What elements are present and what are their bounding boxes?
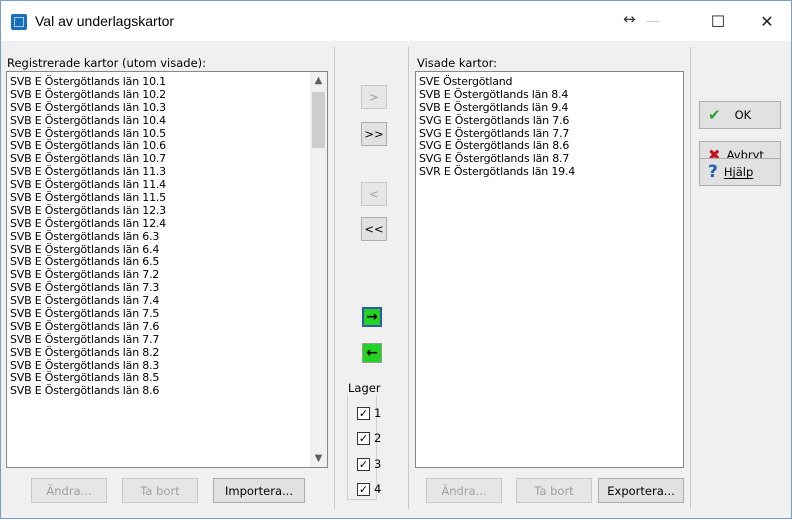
title-bar: Val av underlagskartor ↔ ☐ ✕ bbox=[1, 1, 791, 41]
list-item[interactable]: SVB E Östergötlands län 9.4 bbox=[416, 101, 683, 115]
checkbox-icon[interactable]: ✓ bbox=[357, 406, 370, 420]
move-right-button[interactable]: > bbox=[361, 85, 387, 109]
help-label: Hjälp bbox=[723, 165, 754, 179]
list-item[interactable]: SVB E Östergötlands län 8.2 bbox=[7, 346, 327, 360]
list-item[interactable]: SVB E Östergötlands län 7.7 bbox=[7, 333, 327, 347]
list-item[interactable]: SVB E Östergötlands län 12.4 bbox=[7, 217, 327, 231]
list-item[interactable]: SVR E Östergötlands län 19.4 bbox=[416, 165, 683, 179]
list-item[interactable]: SVB E Östergötlands län 11.5 bbox=[7, 191, 327, 205]
resize-icon: ↔ bbox=[623, 10, 636, 28]
visible-maps-list[interactable]: SVE Östergötland SVB E Östergötlands län … bbox=[415, 71, 684, 468]
layer-checkbox-label: 2 bbox=[374, 431, 382, 445]
help-question-icon: ? bbox=[708, 162, 718, 182]
layer-group-label: Lager bbox=[346, 381, 383, 395]
scroll-thumb[interactable] bbox=[312, 92, 325, 148]
layer-checkbox-label: 4 bbox=[374, 482, 382, 496]
list-item[interactable]: SVB E Östergötlands län 10.4 bbox=[7, 114, 327, 128]
window-title: Val av underlagskartor bbox=[35, 13, 175, 29]
list-item[interactable]: SVB E Östergötlands län 7.6 bbox=[7, 320, 327, 334]
maximize-button[interactable]: ☐ bbox=[696, 6, 740, 36]
list-item[interactable]: SVB E Östergötlands län 10.3 bbox=[7, 101, 327, 115]
list-item[interactable]: SVB E Östergötlands län 12.3 bbox=[7, 204, 327, 218]
move-all-right-button[interactable]: >> bbox=[361, 122, 387, 146]
scroll-down-icon[interactable]: ▼ bbox=[310, 450, 327, 467]
list-item[interactable]: SVB E Östergötlands län 10.1 bbox=[7, 75, 327, 89]
close-button[interactable]: ✕ bbox=[745, 6, 789, 36]
list-item[interactable]: SVB E Östergötlands län 7.5 bbox=[7, 307, 327, 321]
layer-checkbox-label: 3 bbox=[374, 457, 382, 471]
ok-button[interactable]: ✔ OK bbox=[699, 101, 781, 129]
registered-maps-list[interactable]: SVB E Östergötlands län 10.1 SVB E Österg… bbox=[6, 71, 328, 468]
checkmark-icon: ✔ bbox=[708, 106, 721, 124]
checkbox-icon[interactable]: ✓ bbox=[357, 431, 370, 445]
minimize-icon[interactable] bbox=[647, 21, 659, 22]
list-item[interactable]: SVB E Östergötlands län 8.6 bbox=[7, 384, 327, 398]
list-item[interactable]: SVB E Östergötlands län 10.2 bbox=[7, 88, 327, 102]
layer-checkbox-row[interactable]: ✓ 1 bbox=[357, 406, 381, 420]
move-all-left-button[interactable]: << bbox=[361, 217, 387, 241]
edit-button-left[interactable]: Ändra... bbox=[31, 478, 107, 503]
layer-checkbox-row[interactable]: ✓ 3 bbox=[357, 457, 381, 471]
arrow-left-green-icon[interactable]: ← bbox=[362, 343, 382, 363]
list-item[interactable]: SVB E Östergötlands län 8.4 bbox=[416, 88, 683, 102]
export-button[interactable]: Exportera... bbox=[598, 478, 684, 503]
arrow-right-green-icon[interactable]: → bbox=[362, 307, 382, 327]
edit-button-right[interactable]: Ändra... bbox=[426, 478, 502, 503]
app-icon bbox=[11, 14, 27, 30]
visible-maps-label: Visade kartor: bbox=[417, 56, 498, 70]
move-left-button[interactable]: < bbox=[361, 182, 387, 206]
layer-checkbox-row[interactable]: ✓ 2 bbox=[357, 431, 381, 445]
help-button[interactable]: ? Hjälp bbox=[699, 158, 781, 186]
dialog-window: Val av underlagskartor ↔ ☐ ✕ Registrerad… bbox=[0, 0, 792, 519]
ok-label: OK bbox=[734, 108, 752, 122]
visible-maps-items: SVE Östergötland SVB E Östergötlands län … bbox=[416, 72, 683, 179]
checkbox-icon[interactable]: ✓ bbox=[357, 457, 370, 471]
remove-button-left[interactable]: Ta bort bbox=[122, 478, 198, 503]
registered-maps-items: SVB E Östergötlands län 10.1 SVB E Österg… bbox=[7, 72, 327, 398]
scrollbar[interactable]: ▲ ▼ bbox=[310, 72, 327, 467]
list-item[interactable]: SVB E Östergötlands län 6.3 bbox=[7, 230, 327, 244]
layer-checkbox-row[interactable]: ✓ 4 bbox=[357, 482, 381, 496]
list-item[interactable]: SVE Östergötland bbox=[416, 75, 683, 89]
separator-left bbox=[334, 47, 335, 509]
import-button[interactable]: Importera... bbox=[213, 478, 305, 503]
registered-maps-label: Registrerade kartor (utom visade): bbox=[7, 56, 207, 70]
layer-checkbox-label: 1 bbox=[374, 406, 382, 420]
separator-middle bbox=[408, 47, 409, 509]
remove-button-right[interactable]: Ta bort bbox=[516, 478, 592, 503]
scroll-up-icon[interactable]: ▲ bbox=[310, 72, 327, 89]
separator-right bbox=[690, 47, 691, 509]
checkbox-icon[interactable]: ✓ bbox=[357, 482, 370, 496]
list-item[interactable]: SVG E Östergötlands län 7.6 bbox=[416, 114, 683, 128]
